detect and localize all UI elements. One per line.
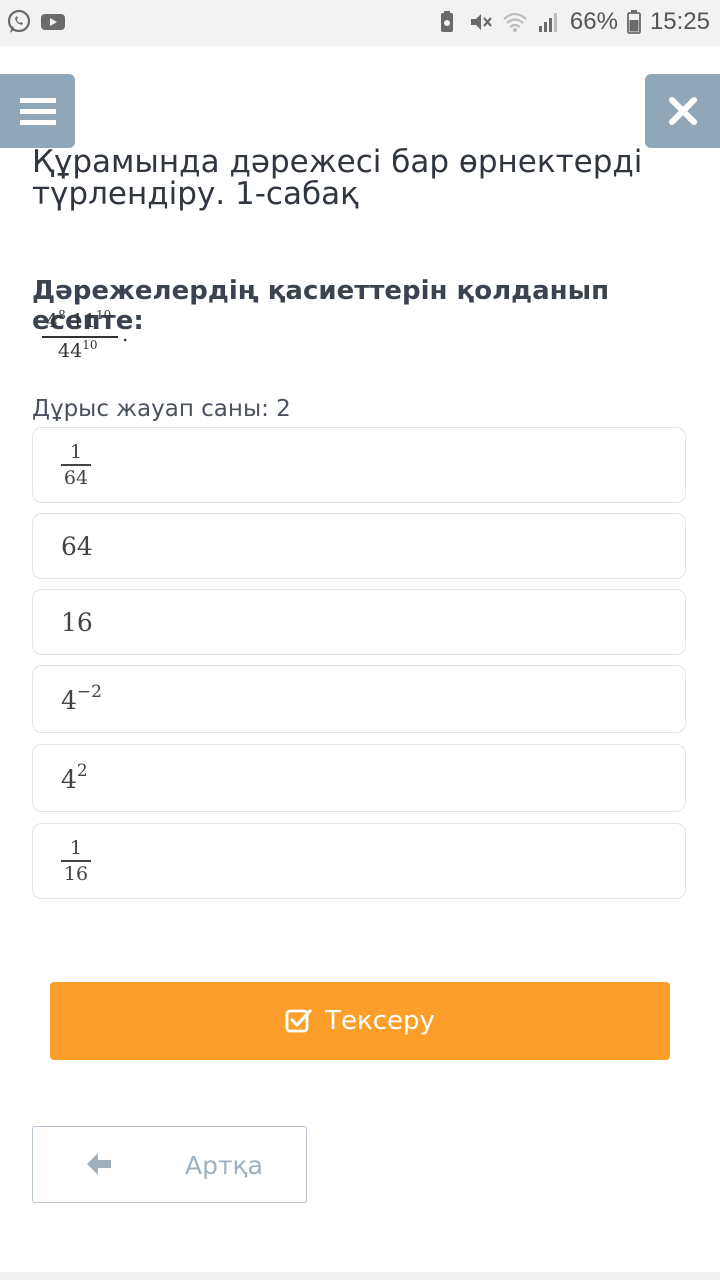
option-6-bar [61, 860, 91, 862]
option-4-label: 4−2 [61, 682, 102, 715]
whatsapp-icon [7, 9, 31, 33]
clock: 15:25 [649, 8, 710, 35]
formula-numerator: 48·1110 [46, 308, 112, 332]
option-2[interactable]: 64 [32, 513, 686, 579]
option-3[interactable]: 16 [32, 589, 686, 655]
option-5[interactable]: 42 [32, 744, 686, 812]
formula-base-2: 11 [71, 310, 96, 332]
option-1-denominator: 64 [63, 466, 89, 489]
arrow-left-icon [87, 1153, 111, 1175]
option-5-label: 42 [61, 761, 88, 794]
option-1[interactable]: 1 64 [32, 427, 686, 503]
option-6-numerator: 1 [69, 837, 83, 859]
question-formula: 48·1110 4410 . [42, 306, 162, 372]
formula-den-base: 44 [58, 340, 83, 362]
back-button-label: Артқа [185, 1151, 263, 1180]
option-4-base: 4 [61, 686, 77, 715]
formula-exp-2: 10 [95, 308, 112, 322]
answer-count: Дұрыс жауап саны: 2 [32, 396, 291, 422]
option-2-label: 64 [61, 532, 93, 561]
battery-icon [627, 10, 641, 34]
close-icon [668, 97, 697, 125]
close-button[interactable] [645, 74, 720, 148]
option-6-denominator: 16 [63, 862, 89, 885]
formula-den-exp: 10 [82, 338, 98, 352]
check-button[interactable]: Тексеру [50, 982, 670, 1060]
menu-icon [19, 98, 56, 125]
formula-denominator: 4410 [58, 338, 98, 362]
bottom-divider [0, 1272, 720, 1280]
menu-button[interactable] [0, 74, 75, 148]
option-6[interactable]: 1 16 [32, 823, 686, 899]
youtube-icon [41, 14, 65, 30]
option-1-fraction: 1 64 [61, 441, 91, 489]
formula-fraction-bar [42, 336, 118, 338]
option-4-exp: −2 [76, 682, 102, 702]
option-1-numerator: 1 [69, 441, 83, 463]
formula-exp-1: 8 [58, 308, 66, 322]
option-1-bar [61, 464, 91, 466]
battery-saver-icon [440, 11, 453, 32]
mute-icon [470, 14, 492, 30]
status-right: 66% 15:25 [434, 8, 710, 36]
battery-percent: 66% [569, 8, 618, 35]
option-5-exp: 2 [76, 761, 88, 781]
lesson-title: Құрамында дәрежесі бар өрнектерді түрлен… [32, 144, 643, 212]
signal-icon [538, 13, 557, 32]
check-button-label: Тексеру [325, 1006, 435, 1036]
option-4[interactable]: 4−2 [32, 665, 686, 733]
option-6-fraction: 1 16 [61, 837, 91, 885]
formula-period: . [122, 322, 129, 346]
formula-base-1: 4 [46, 310, 59, 332]
status-left [6, 9, 66, 35]
checkbox-icon [285, 1009, 312, 1033]
status-bar: 66% 15:25 [0, 0, 720, 46]
wifi-icon [503, 12, 527, 32]
option-3-label: 16 [61, 608, 93, 637]
back-button[interactable]: Артқа [32, 1126, 307, 1203]
option-5-base: 4 [61, 765, 77, 794]
